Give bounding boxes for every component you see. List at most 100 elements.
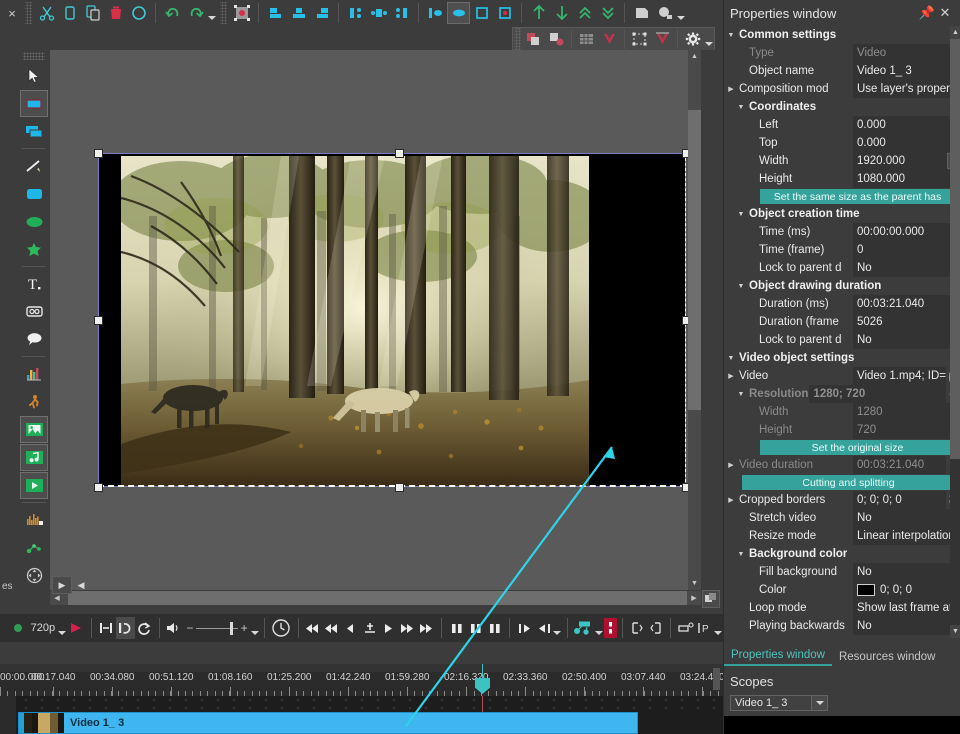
property-value[interactable]: No (852, 259, 960, 277)
distribute-right-icon[interactable] (390, 2, 413, 24)
property-row[interactable]: Object nameVideo 1_ 3 (724, 62, 960, 80)
property-row[interactable]: Duration (ms)00:03:21.040 (724, 295, 960, 313)
viewport-horizontal-scrollbar[interactable]: ◀ ▶ (50, 591, 701, 605)
close-icon[interactable]: ✕ (936, 3, 954, 23)
chevron-right-icon[interactable]: ▶ (726, 85, 736, 93)
property-row[interactable]: ▶Composition modUse layer's properties (724, 80, 960, 98)
record-play-icon[interactable] (67, 617, 86, 639)
center-horizontal-icon[interactable] (447, 2, 470, 24)
property-value[interactable]: 720 (852, 421, 960, 439)
resize-handle-bottom-center[interactable] (395, 483, 404, 492)
toolbar-grip[interactable] (25, 2, 32, 24)
property-value[interactable]: Linear interpolation (852, 527, 960, 545)
scroll-down-arrow[interactable]: ▼ (688, 577, 701, 590)
select-all-icon[interactable] (127, 2, 150, 24)
property-value[interactable]: Video 1_ 3 (852, 62, 960, 80)
selection-tool[interactable] (20, 62, 48, 89)
track-header[interactable] (0, 696, 16, 734)
chevron-right-icon[interactable]: ▶ (726, 496, 736, 504)
marquee-icon[interactable] (628, 28, 651, 50)
equalizer-tool[interactable] (20, 506, 48, 533)
play-icon[interactable] (379, 617, 398, 639)
chevron-right-icon[interactable]: ▶ (726, 372, 736, 380)
property-row[interactable]: Lock to parent dNo (724, 331, 960, 349)
property-row[interactable]: Loop modeShow last frame at th (724, 599, 960, 617)
chevron-down-icon[interactable] (811, 696, 827, 710)
resize-handle-middle-left[interactable] (94, 316, 103, 325)
property-row[interactable]: Time (frame)0 (724, 241, 960, 259)
volume-dropdown-caret[interactable] (251, 617, 260, 639)
horizontal-scroll-thumb[interactable] (68, 591, 688, 605)
shape-icon[interactable] (630, 2, 653, 24)
speaker-icon[interactable] (164, 617, 183, 639)
shape-group-icon[interactable] (653, 2, 676, 24)
volume-slider-thumb[interactable] (230, 622, 233, 635)
move-bottom-icon[interactable] (596, 2, 619, 24)
prev-edit-icon[interactable] (515, 617, 534, 639)
property-row[interactable]: Top0.000 (724, 134, 960, 152)
distribute-left-icon[interactable] (344, 2, 367, 24)
properties-action-button[interactable]: Set the same size as the parent has (760, 189, 955, 204)
keyframe-icon[interactable] (572, 617, 594, 639)
property-group-row[interactable]: ▼Resolution1280; 720↺ (724, 385, 960, 403)
zoom-dropdown-caret[interactable] (714, 617, 723, 639)
line-tool[interactable] (20, 152, 48, 179)
scroll-up-arrow[interactable]: ▲ (688, 50, 701, 63)
text-tool[interactable]: T (20, 270, 48, 297)
rectangle-tool[interactable] (20, 180, 48, 207)
video-frame-bounds[interactable] (98, 153, 686, 487)
shape-dropdown-caret[interactable] (676, 2, 686, 24)
copy-icon[interactable] (58, 2, 81, 24)
property-row[interactable]: Left0.000 (724, 116, 960, 134)
running-figure-tool[interactable] (20, 388, 48, 415)
property-row[interactable]: Width1280 (724, 403, 960, 421)
property-value[interactable]: Video (852, 44, 960, 62)
overlap-icon[interactable] (522, 28, 545, 50)
move-top-icon[interactable] (573, 2, 596, 24)
zoom-in-icon[interactable]: P (695, 617, 714, 639)
scopes-source-select[interactable]: Video 1_ 3 (730, 695, 828, 711)
property-value[interactable]: 1280; 720 (808, 385, 946, 403)
property-value[interactable]: No (852, 617, 960, 635)
ellipse-tool[interactable] (20, 208, 48, 235)
edit-dropdown-caret[interactable] (553, 617, 562, 639)
viewport-vertical-scrollbar[interactable]: ▲ ▼ (688, 50, 701, 590)
scroll-right-arrow[interactable]: ▶ (687, 591, 701, 605)
marker-red-icon[interactable] (604, 618, 617, 638)
volume-slider[interactable]: − + (183, 621, 250, 635)
property-value[interactable]: No (852, 331, 960, 349)
clip-trim-handle-left[interactable] (19, 713, 24, 733)
resize-handle-top-center[interactable] (395, 149, 404, 158)
vertical-scroll-thumb[interactable] (688, 110, 701, 410)
safe-area-2-icon[interactable] (651, 28, 674, 50)
property-row[interactable]: Height1080.000 (724, 170, 960, 188)
move-arrows-tool[interactable] (20, 562, 48, 589)
delete-icon[interactable] (104, 2, 127, 24)
chevron-down-icon[interactable]: ▼ (726, 355, 736, 362)
properties-scroll-down[interactable]: ▼ (950, 625, 960, 638)
play-triangle-tool[interactable] (20, 472, 48, 499)
property-group-row[interactable]: ▼Coordinates (724, 98, 960, 116)
gear-icon[interactable] (681, 28, 704, 50)
property-row[interactable]: Duration (frame5026 (724, 313, 960, 331)
freeform-tool[interactable] (20, 236, 48, 263)
property-value[interactable]: 0; 0; 0 (852, 581, 960, 599)
step-back-icon[interactable] (341, 617, 360, 639)
property-group-row[interactable]: ▼Background color (724, 545, 960, 563)
marker-icon[interactable] (97, 617, 116, 639)
panel-collapse-left-button[interactable]: ▶ (52, 576, 72, 594)
viewport-layout-button[interactable] (702, 590, 720, 608)
loop-back-icon[interactable] (116, 617, 135, 639)
center-in-frame-icon[interactable] (493, 2, 516, 24)
split-third-icon[interactable] (485, 617, 504, 639)
stretch-frame-icon[interactable] (470, 2, 493, 24)
property-value[interactable]: 0; 0; 0; 0 (852, 491, 946, 509)
timeline-clip[interactable]: Video 1_ 3 (18, 712, 638, 734)
align-left-icon[interactable] (264, 2, 287, 24)
property-row[interactable]: Fill backgroundNo (724, 563, 960, 581)
property-row[interactable]: Playing backwardsNo (724, 617, 960, 635)
property-value[interactable]: Show last frame at th (852, 599, 960, 617)
trim-right-icon[interactable] (646, 617, 665, 639)
property-row[interactable]: Width1920.000 (724, 152, 960, 170)
chevron-right-icon[interactable]: ▶ (726, 461, 736, 469)
